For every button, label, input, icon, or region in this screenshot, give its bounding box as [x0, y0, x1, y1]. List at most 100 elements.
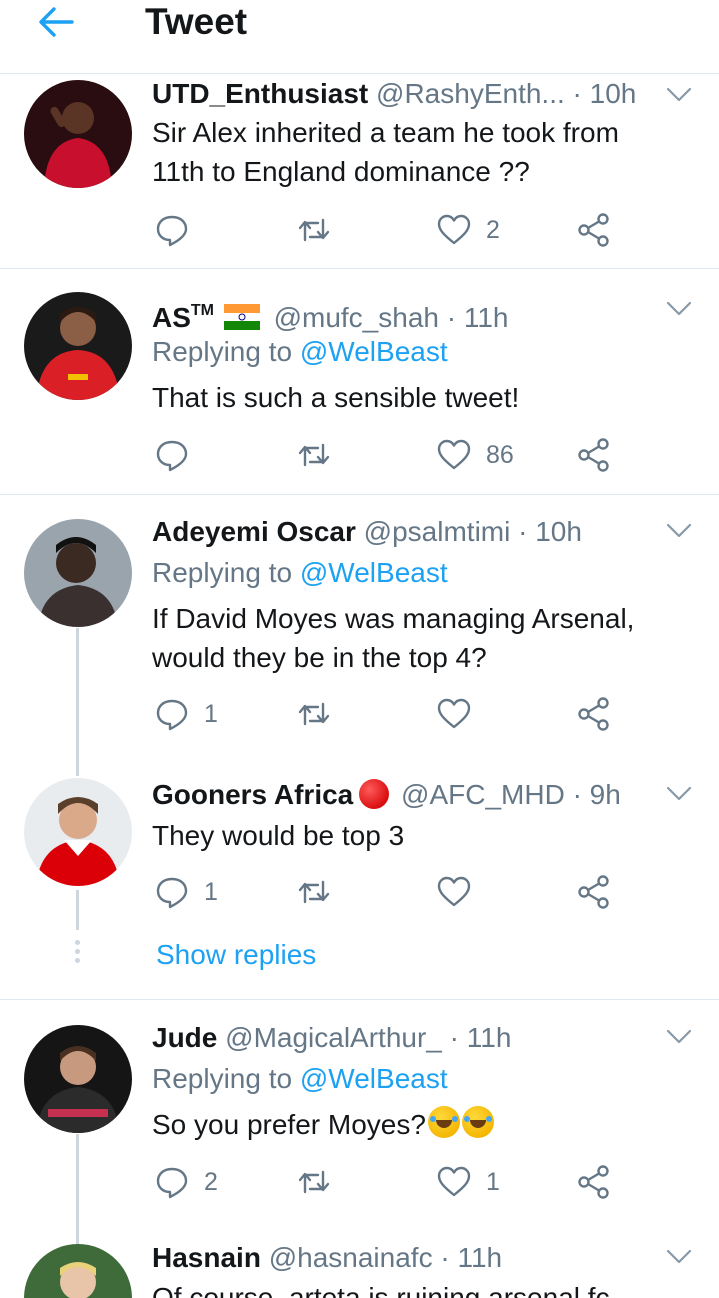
- display-name[interactable]: Adeyemi Oscar: [152, 516, 356, 547]
- share-button[interactable]: [576, 692, 612, 736]
- share-button[interactable]: [576, 870, 612, 914]
- retweet-button[interactable]: [296, 208, 346, 252]
- share-button[interactable]: [576, 433, 612, 477]
- avatar[interactable]: [24, 778, 132, 886]
- replying-to-link[interactable]: @WelBeast: [300, 1063, 448, 1094]
- user-handle[interactable]: @mufc_shah: [274, 302, 439, 333]
- like-button[interactable]: 86: [436, 433, 514, 477]
- timestamp: · 10h: [564, 78, 637, 109]
- share-button[interactable]: [576, 208, 612, 252]
- display-name[interactable]: Jude: [152, 1022, 217, 1053]
- tweet-header: ASTM @mufc_shah · 11h: [152, 291, 699, 333]
- retweet-button[interactable]: [296, 1160, 346, 1204]
- retweet-icon: [298, 443, 330, 467]
- reply-button[interactable]: [154, 433, 204, 477]
- avatar-image: [24, 292, 132, 400]
- like-button[interactable]: [436, 692, 486, 736]
- user-handle[interactable]: @psalmtimi: [364, 516, 511, 547]
- timestamp: · 11h: [438, 302, 509, 333]
- retweet-button[interactable]: [296, 870, 346, 914]
- retweet-button[interactable]: [296, 433, 346, 477]
- tweet-header: UTD_Enthusiast @RashyEnth... · 10h: [152, 74, 699, 114]
- tweet-text: Of course, arteta is ruining arsenal fc: [152, 1282, 610, 1298]
- divider: [0, 999, 719, 1000]
- tweet-text: They would be top 3: [152, 820, 405, 851]
- display-name[interactable]: UTD_Enthusiast: [152, 78, 368, 109]
- red-circle-emoji: [359, 779, 390, 809]
- chevron-down-icon[interactable]: [665, 299, 693, 319]
- comment-bubble-icon: [156, 440, 188, 472]
- replying-to-label: Replying to: [152, 1063, 300, 1094]
- user-handle[interactable]: @AFC_MHD: [401, 779, 565, 810]
- like-count: 2: [486, 215, 500, 244]
- trademark-sup: TM: [190, 302, 215, 319]
- like-button[interactable]: 1: [436, 1160, 500, 1204]
- rolling-laughing-emoji: [427, 1106, 460, 1138]
- timestamp: · 11h: [432, 1242, 503, 1273]
- reply-button[interactable]: 1: [154, 692, 218, 736]
- replying-to-label: Replying to: [152, 336, 300, 367]
- user-handle[interactable]: @hasnainafc: [269, 1242, 433, 1273]
- chevron-down-icon[interactable]: [665, 85, 693, 105]
- reply-count: 1: [204, 699, 218, 728]
- display-name[interactable]: Hasnain: [152, 1242, 261, 1273]
- thread-dots: [74, 940, 82, 967]
- replying-to: Replying to @WelBeast: [152, 1059, 448, 1099]
- avatar[interactable]: [24, 80, 132, 188]
- display-name[interactable]: AS: [152, 302, 191, 333]
- thread-line: [76, 890, 79, 930]
- chevron-down-icon[interactable]: [665, 784, 693, 804]
- top-bar: Tweet: [0, 0, 719, 74]
- avatar[interactable]: [24, 292, 132, 400]
- avatar[interactable]: [24, 519, 132, 627]
- tweet-header: Jude @MagicalArthur_ · 11h: [152, 1018, 699, 1058]
- replying-to-link[interactable]: @WelBeast: [300, 557, 448, 588]
- tweet-header: Hasnain @hasnainafc · 11h: [152, 1238, 699, 1278]
- action-bar: 1: [152, 870, 632, 914]
- like-count: 86: [486, 440, 514, 469]
- thread-line: [76, 1134, 79, 1244]
- share-button[interactable]: [576, 1160, 612, 1204]
- share-nodes-icon: [578, 697, 609, 731]
- like-button[interactable]: [436, 870, 486, 914]
- like-button[interactable]: 2: [436, 208, 500, 252]
- replying-to-link[interactable]: @WelBeast: [300, 336, 448, 367]
- chevron-down-icon[interactable]: [665, 521, 693, 541]
- replying-to: Replying to @WelBeast: [152, 553, 448, 593]
- user-handle[interactable]: @RashyEnth...: [376, 78, 565, 109]
- tweet-text-wrapper: So you prefer Moyes?: [152, 1105, 679, 1144]
- reply-button[interactable]: 1: [154, 870, 218, 914]
- avatar-image: [24, 1244, 132, 1298]
- action-bar: 1: [152, 692, 632, 736]
- retweet-icon: [298, 880, 330, 904]
- avatar-image: [24, 519, 132, 627]
- tweet-header: Adeyemi Oscar @psalmtimi · 10h: [152, 512, 699, 552]
- heart-icon: [437, 214, 471, 245]
- tweet-text: That is such a sensible tweet!: [152, 382, 520, 413]
- divider: [0, 268, 719, 269]
- timestamp: · 9h: [564, 779, 621, 810]
- back-button[interactable]: [34, 2, 78, 42]
- user-handle[interactable]: @MagicalArthur_: [225, 1022, 442, 1053]
- retweet-button[interactable]: [296, 692, 346, 736]
- heart-icon: [437, 1166, 471, 1197]
- retweet-icon: [298, 702, 330, 726]
- comment-bubble-icon: [156, 699, 188, 731]
- retweet-icon: [298, 1170, 330, 1194]
- comment-bubble-icon: [156, 1167, 188, 1199]
- reply-button[interactable]: [154, 208, 204, 252]
- chevron-down-icon[interactable]: [665, 1247, 693, 1267]
- avatar-image: [24, 1025, 132, 1133]
- avatar[interactable]: [24, 1244, 132, 1298]
- action-bar: 2 1: [152, 1160, 632, 1204]
- show-replies-link[interactable]: Show replies: [156, 935, 316, 975]
- reply-button[interactable]: 2: [154, 1160, 218, 1204]
- reply-count: 1: [204, 877, 218, 906]
- chevron-down-icon[interactable]: [665, 1027, 693, 1047]
- avatar[interactable]: [24, 1025, 132, 1133]
- action-bar: 86: [152, 433, 632, 477]
- display-name[interactable]: Gooners Africa: [152, 779, 353, 810]
- rolling-laughing-emoji: [461, 1106, 494, 1138]
- action-bar: 2: [152, 208, 632, 252]
- tweet-text: So you prefer Moyes?: [152, 1109, 426, 1140]
